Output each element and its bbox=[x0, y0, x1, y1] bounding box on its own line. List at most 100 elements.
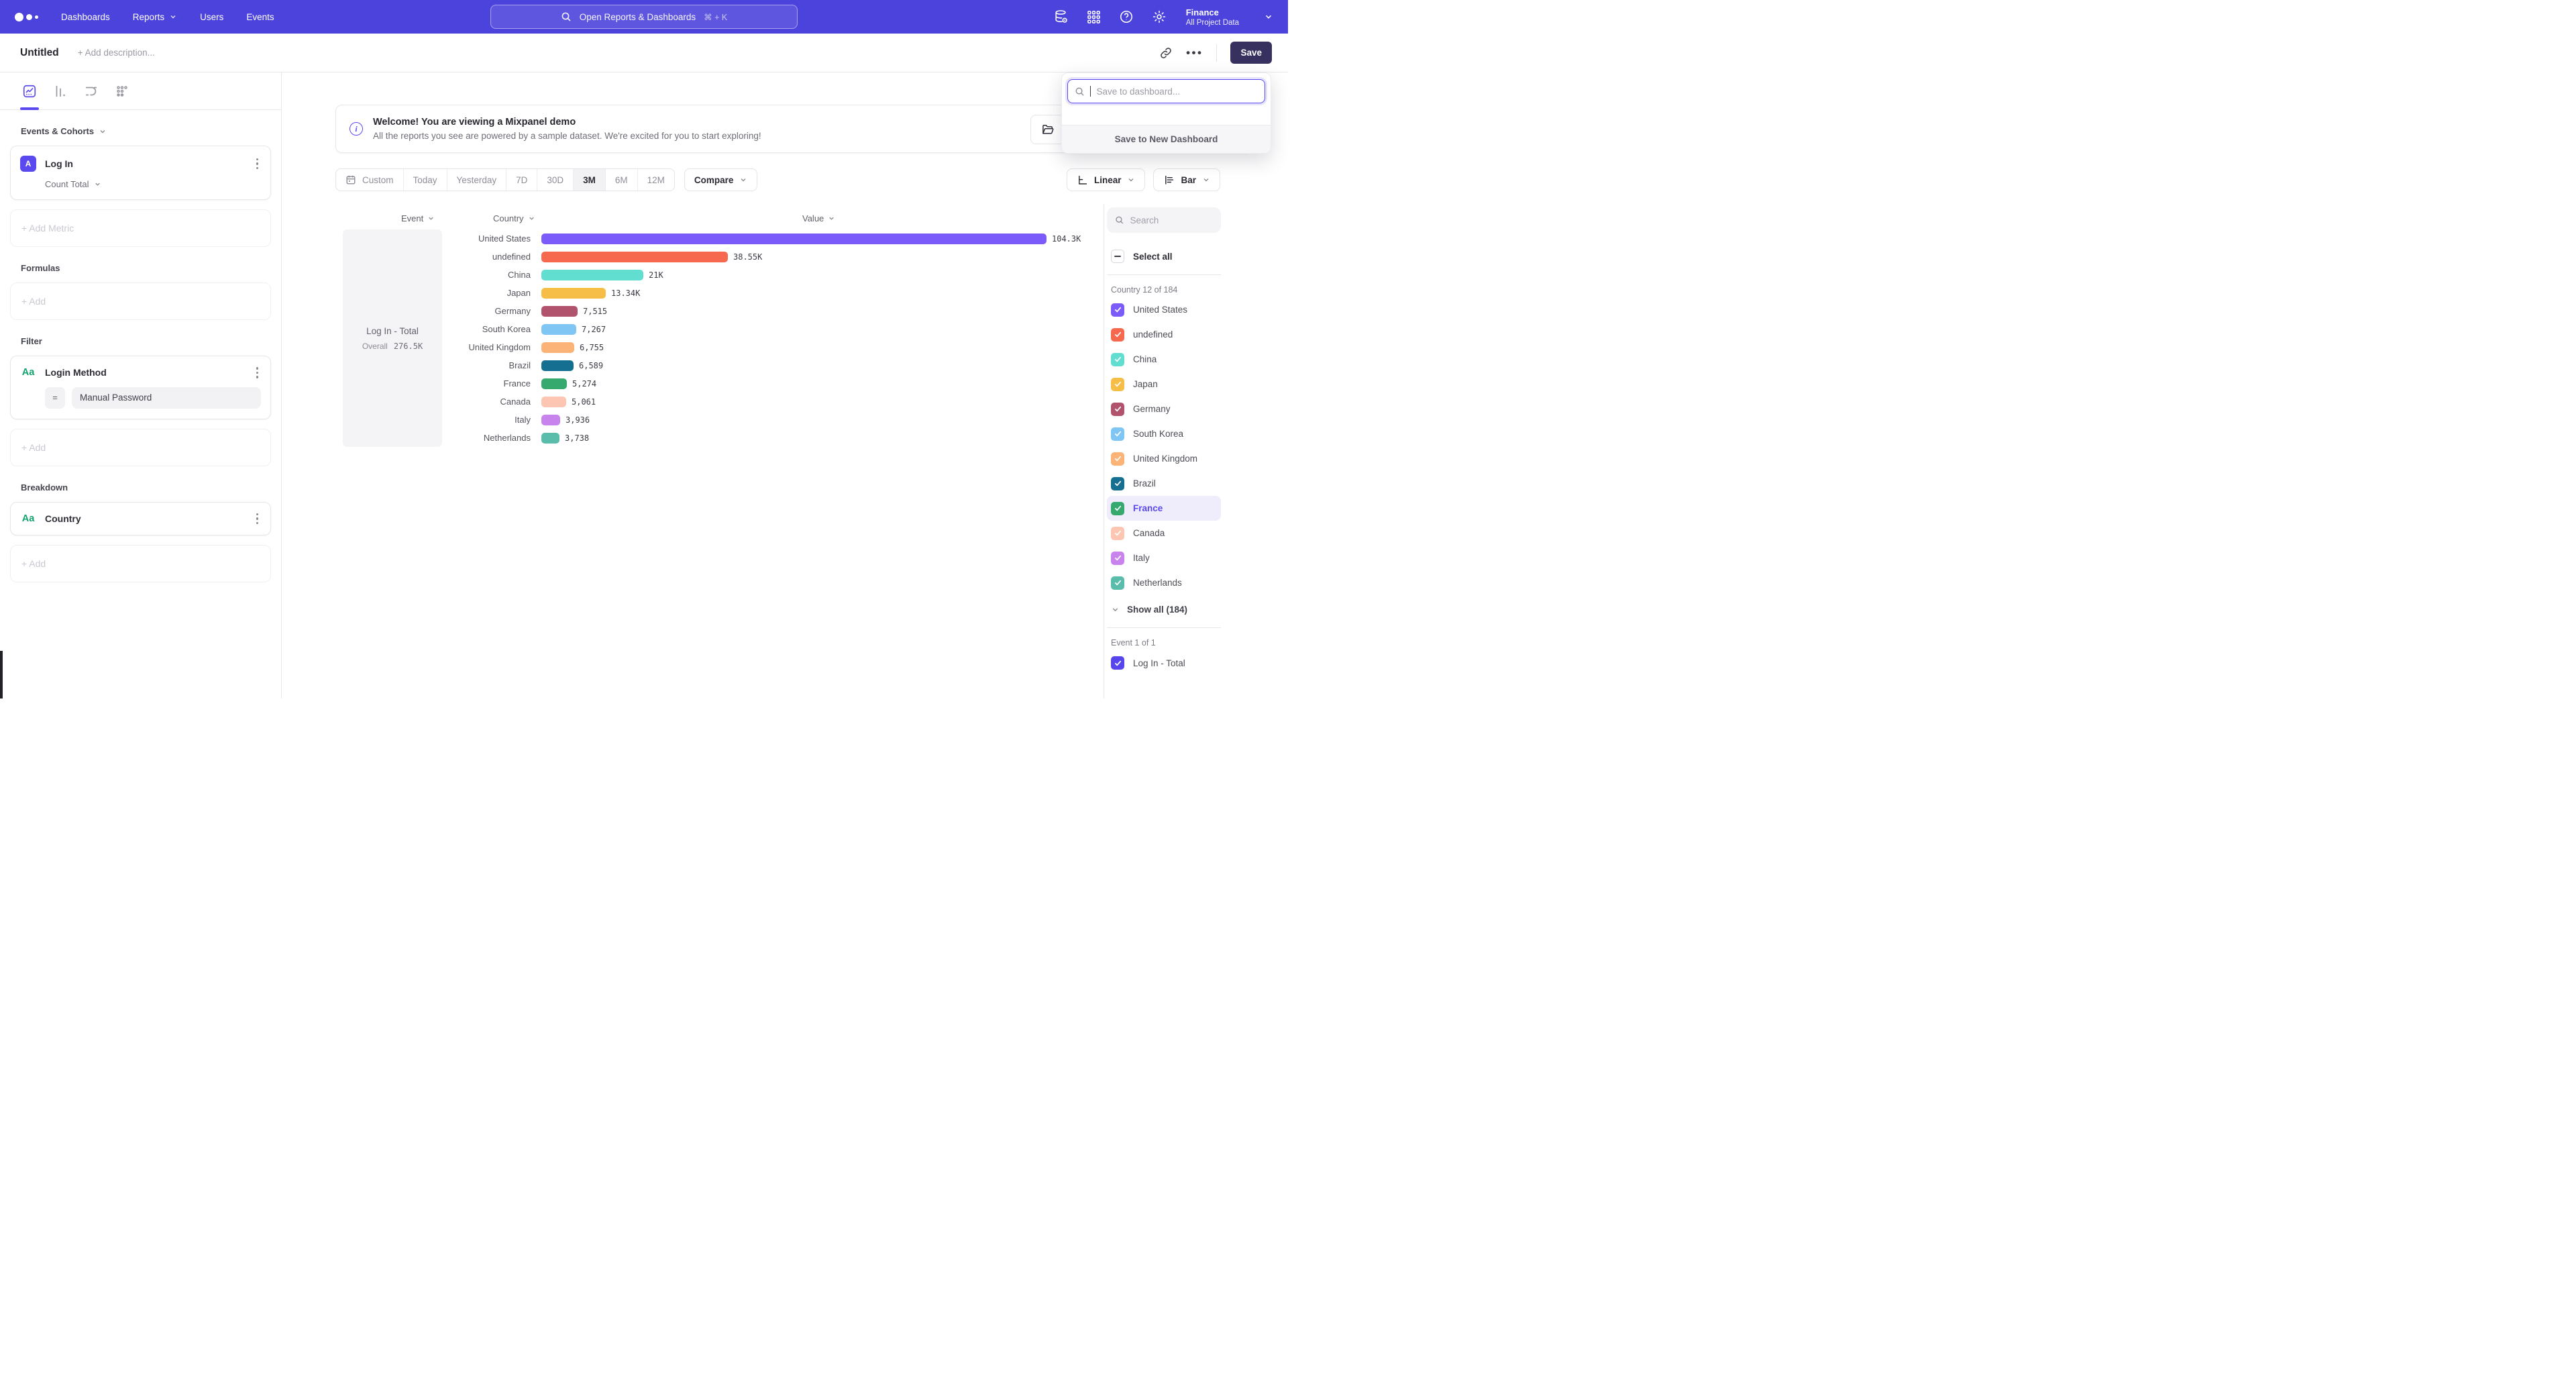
country-checkbox[interactable] bbox=[1111, 378, 1124, 391]
date-range-3m[interactable]: 3M bbox=[573, 169, 605, 191]
select-all-row[interactable]: Select all bbox=[1107, 246, 1221, 266]
save-to-dashboard-input[interactable] bbox=[1096, 87, 1258, 97]
metric-aggregation[interactable]: Count Total bbox=[45, 179, 261, 189]
country-row-canada[interactable]: Canada bbox=[1107, 521, 1221, 546]
country-row-germany[interactable]: Germany bbox=[1107, 397, 1221, 421]
country-checkbox[interactable] bbox=[1111, 328, 1124, 342]
chart-type-button[interactable]: Bar bbox=[1153, 168, 1220, 191]
nav-item-reports[interactable]: Reports bbox=[133, 12, 177, 22]
filter-property-name[interactable]: Login Method bbox=[45, 367, 107, 378]
metric-card[interactable]: A Log In Count Total bbox=[10, 146, 271, 200]
mixpanel-logo-icon[interactable] bbox=[15, 13, 38, 21]
country-row-united-states[interactable]: United States bbox=[1107, 297, 1221, 322]
segment-search-field[interactable] bbox=[1107, 207, 1221, 233]
bar-segment[interactable] bbox=[541, 397, 566, 407]
tab-flows[interactable] bbox=[79, 72, 103, 109]
country-checkbox[interactable] bbox=[1111, 576, 1124, 590]
filter-value[interactable]: Manual Password bbox=[72, 387, 261, 409]
add-metric-button[interactable]: + Add Metric bbox=[10, 209, 271, 247]
bar-segment[interactable] bbox=[541, 306, 578, 317]
tab-funnels[interactable] bbox=[48, 72, 72, 109]
filter-card[interactable]: Aa Login Method = Manual Password bbox=[10, 356, 271, 419]
metric-kebab-menu-icon[interactable] bbox=[254, 157, 262, 171]
country-checkbox[interactable] bbox=[1111, 502, 1124, 515]
date-range-7d[interactable]: 7D bbox=[506, 169, 537, 191]
compare-button[interactable]: Compare bbox=[684, 168, 758, 191]
select-all-checkbox[interactable] bbox=[1111, 250, 1124, 263]
breakdown-property-name[interactable]: Country bbox=[45, 513, 81, 524]
bar-segment[interactable] bbox=[541, 360, 574, 371]
country-checkbox[interactable] bbox=[1111, 477, 1124, 490]
show-all-button[interactable]: Show all (184) bbox=[1107, 599, 1221, 619]
country-checkbox[interactable] bbox=[1111, 552, 1124, 565]
bar-segment[interactable] bbox=[541, 378, 567, 389]
event-checkbox[interactable] bbox=[1111, 656, 1124, 670]
country-row-france[interactable]: France bbox=[1107, 496, 1221, 521]
breakdown-card[interactable]: Aa Country bbox=[10, 502, 271, 536]
country-checkbox[interactable] bbox=[1111, 403, 1124, 416]
project-switcher[interactable]: Finance All Project Data bbox=[1186, 7, 1239, 27]
bar-segment[interactable] bbox=[541, 342, 574, 353]
help-icon[interactable] bbox=[1119, 9, 1134, 24]
metric-event-name[interactable]: Log In bbox=[45, 158, 73, 169]
filter-operator[interactable]: = bbox=[45, 387, 65, 409]
segment-search-input[interactable] bbox=[1130, 215, 1213, 225]
bar-segment[interactable] bbox=[541, 288, 606, 299]
bar-segment[interactable] bbox=[541, 433, 559, 444]
nav-item-dashboards[interactable]: Dashboards bbox=[61, 12, 110, 22]
country-checkbox[interactable] bbox=[1111, 452, 1124, 466]
tab-retention[interactable] bbox=[110, 72, 134, 109]
country-row-undefined[interactable]: undefined bbox=[1107, 322, 1221, 347]
country-checkbox[interactable] bbox=[1111, 303, 1124, 317]
more-options-button[interactable]: ••• bbox=[1186, 50, 1203, 56]
country-row-italy[interactable]: Italy bbox=[1107, 546, 1221, 570]
breakdown-kebab-menu-icon[interactable] bbox=[254, 512, 262, 526]
filter-kebab-menu-icon[interactable] bbox=[254, 366, 262, 380]
nav-item-events[interactable]: Events bbox=[246, 12, 274, 22]
country-row-united-kingdom[interactable]: United Kingdom bbox=[1107, 446, 1221, 471]
project-chevron-down-icon[interactable] bbox=[1264, 12, 1273, 21]
bar-segment[interactable] bbox=[541, 324, 576, 335]
bar-segment[interactable] bbox=[541, 415, 560, 425]
scale-selector-button[interactable]: Linear bbox=[1067, 168, 1146, 191]
date-range-12m[interactable]: 12M bbox=[637, 169, 674, 191]
bar-segment[interactable] bbox=[541, 252, 728, 262]
copy-link-icon[interactable] bbox=[1159, 46, 1173, 60]
data-management-icon[interactable] bbox=[1054, 9, 1069, 24]
add-filter-button[interactable]: + Add bbox=[10, 429, 271, 466]
date-range-6m[interactable]: 6M bbox=[605, 169, 637, 191]
global-search-button[interactable]: Open Reports & Dashboards ⌘ + K bbox=[490, 5, 798, 29]
event-checkbox-row[interactable]: Log In - Total bbox=[1107, 653, 1221, 673]
country-row-netherlands[interactable]: Netherlands bbox=[1107, 570, 1221, 595]
date-range-yesterday[interactable]: Yesterday bbox=[447, 169, 506, 191]
apps-grid-icon[interactable] bbox=[1087, 10, 1101, 24]
date-range-custom[interactable]: Custom bbox=[336, 169, 403, 191]
save-to-dashboard-field[interactable] bbox=[1067, 79, 1265, 103]
country-row-china[interactable]: China bbox=[1107, 347, 1221, 372]
bar-segment[interactable] bbox=[541, 270, 643, 280]
add-formula-button[interactable]: + Add bbox=[10, 282, 271, 320]
column-header-event[interactable]: Event bbox=[401, 213, 435, 223]
add-description-button[interactable]: + Add description... bbox=[78, 48, 155, 58]
column-header-country[interactable]: Country bbox=[493, 213, 535, 223]
column-header-value[interactable]: Value bbox=[802, 213, 835, 223]
nav-item-users[interactable]: Users bbox=[200, 12, 223, 22]
left-edge-scroll-indicator bbox=[0, 651, 3, 698]
country-row-south-korea[interactable]: South Korea bbox=[1107, 421, 1221, 446]
date-range-30d[interactable]: 30D bbox=[537, 169, 573, 191]
country-row-japan[interactable]: Japan bbox=[1107, 372, 1221, 397]
tab-insights[interactable] bbox=[17, 72, 42, 109]
settings-gear-icon[interactable] bbox=[1152, 9, 1167, 24]
add-breakdown-button[interactable]: + Add bbox=[10, 545, 271, 582]
series-summary-cell[interactable]: Log In - Total Overall 276.5K bbox=[343, 229, 442, 447]
date-range-today[interactable]: Today bbox=[403, 169, 447, 191]
country-checkbox[interactable] bbox=[1111, 427, 1124, 441]
save-to-new-dashboard-button[interactable]: Save to New Dashboard bbox=[1062, 125, 1271, 153]
country-row-brazil[interactable]: Brazil bbox=[1107, 471, 1221, 496]
report-title[interactable]: Untitled bbox=[20, 47, 59, 59]
country-checkbox[interactable] bbox=[1111, 353, 1124, 366]
save-button[interactable]: Save bbox=[1230, 42, 1272, 64]
events-cohorts-section-label[interactable]: Events & Cohorts bbox=[21, 126, 260, 136]
bar-segment[interactable] bbox=[541, 234, 1046, 244]
country-checkbox[interactable] bbox=[1111, 527, 1124, 540]
